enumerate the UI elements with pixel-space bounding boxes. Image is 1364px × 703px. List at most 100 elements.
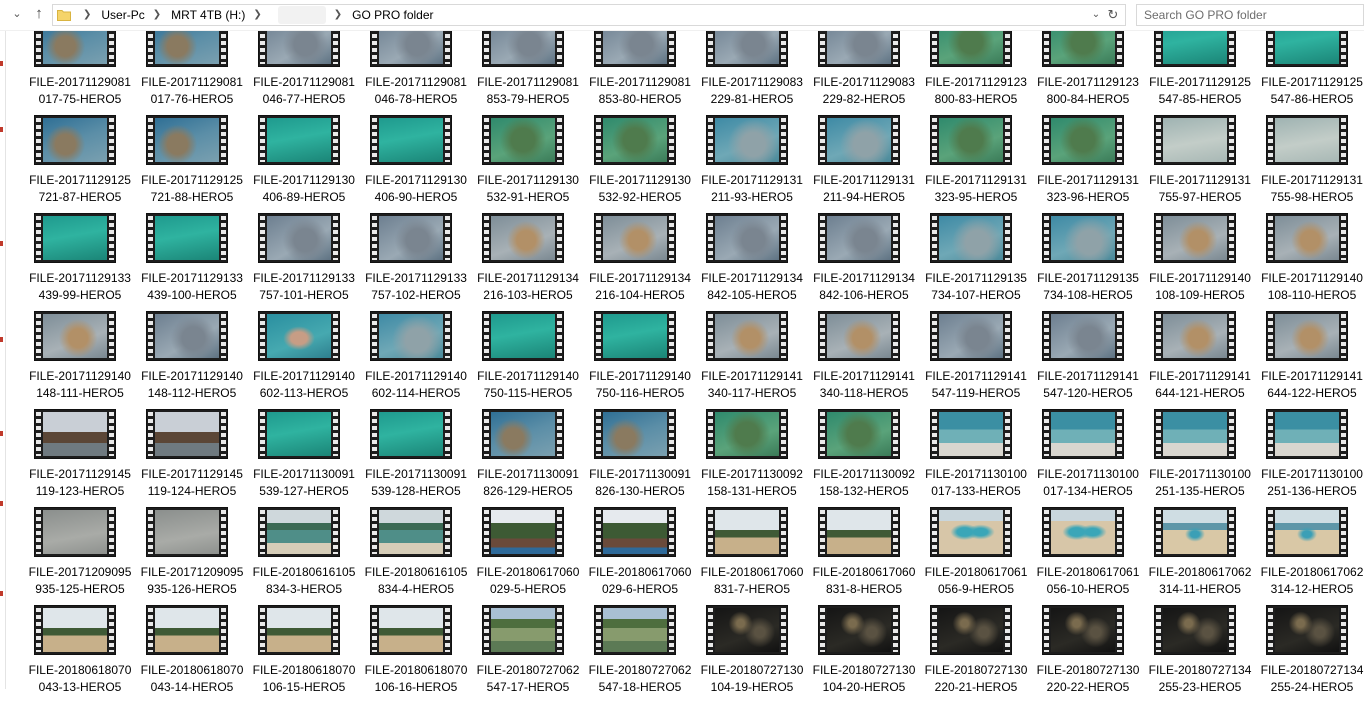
file-item[interactable]: FILE-20171129081 853-80-HERO5 [584, 17, 696, 115]
file-item[interactable]: FILE-20180617060 029-6-HERO5 [584, 507, 696, 605]
file-item[interactable]: FILE-20171129125 547-86-HERO5 [1256, 17, 1364, 115]
file-item[interactable]: FILE-20180617061 056-10-HERO5 [1032, 507, 1144, 605]
file-item[interactable]: FILE-20180618070 106-15-HERO5 [248, 605, 360, 703]
file-item[interactable]: FILE-20171129133 757-101-HERO5 [248, 213, 360, 311]
file-item[interactable]: FILE-20180727130 220-21-HERO5 [920, 605, 1032, 703]
file-item[interactable]: FILE-20171129133 439-100-HERO5 [136, 213, 248, 311]
file-item[interactable]: FILE-20171129125 547-85-HERO5 [1144, 17, 1256, 115]
chevron-right-icon[interactable]: ❯ [153, 5, 161, 25]
file-item[interactable]: FILE-20180727134 255-23-HERO5 [1144, 605, 1256, 703]
file-item[interactable]: FILE-20171130091 826-130-HERO5 [584, 409, 696, 507]
file-item[interactable]: FILE-20171129133 439-99-HERO5 [24, 213, 136, 311]
address-dropdown-icon[interactable]: ⌄ [1089, 5, 1103, 25]
file-item[interactable]: FILE-20171129083 229-81-HERO5 [696, 17, 808, 115]
file-item[interactable]: FILE-20171129081 017-76-HERO5 [136, 17, 248, 115]
file-item[interactable]: FILE-20171209095 935-126-HERO5 [136, 507, 248, 605]
file-item[interactable]: FILE-20171129141 340-118-HERO5 [808, 311, 920, 409]
file-item[interactable]: FILE-20180727134 255-24-HERO5 [1256, 605, 1364, 703]
file-item[interactable]: FILE-20180618070 043-13-HERO5 [24, 605, 136, 703]
file-item[interactable]: FILE-20180727130 104-20-HERO5 [808, 605, 920, 703]
file-item[interactable]: FILE-20171129141 547-120-HERO5 [1032, 311, 1144, 409]
file-item[interactable]: FILE-20171129123 800-84-HERO5 [1032, 17, 1144, 115]
video-thumbnail-icon [370, 311, 452, 361]
file-item[interactable]: FILE-20171129130 406-89-HERO5 [248, 115, 360, 213]
file-item[interactable]: FILE-20171130091 826-129-HERO5 [472, 409, 584, 507]
file-item[interactable]: FILE-20171129140 750-115-HERO5 [472, 311, 584, 409]
file-item[interactable]: FILE-20171129140 750-116-HERO5 [584, 311, 696, 409]
file-item[interactable]: FILE-20171209095 935-125-HERO5 [24, 507, 136, 605]
file-item[interactable]: FILE-20171129134 842-106-HERO5 [808, 213, 920, 311]
file-item[interactable]: FILE-20171130092 158-131-HERO5 [696, 409, 808, 507]
file-item[interactable]: FILE-20171130100 251-136-HERO5 [1256, 409, 1364, 507]
file-item[interactable]: FILE-20171129130 532-91-HERO5 [472, 115, 584, 213]
file-item[interactable]: FILE-20171129130 532-92-HERO5 [584, 115, 696, 213]
file-item[interactable]: FILE-20180618070 106-16-HERO5 [360, 605, 472, 703]
file-item[interactable]: FILE-20171129130 406-90-HERO5 [360, 115, 472, 213]
file-item[interactable]: FILE-20180727130 104-19-HERO5 [696, 605, 808, 703]
file-item[interactable]: FILE-20180618070 043-14-HERO5 [136, 605, 248, 703]
file-item[interactable]: FILE-20171129140 602-113-HERO5 [248, 311, 360, 409]
up-arrow-icon[interactable]: ↑ [30, 5, 48, 23]
file-item[interactable]: FILE-20171129145 119-123-HERO5 [24, 409, 136, 507]
file-item[interactable]: FILE-20180617061 056-9-HERO5 [920, 507, 1032, 605]
file-item[interactable]: FILE-20171129131 211-93-HERO5 [696, 115, 808, 213]
address-bar[interactable]: ❯ User-Pc ❯ MRT 4TB (H:) ❯ ❯ GO PRO fold… [52, 4, 1126, 26]
video-thumbnail-icon [930, 213, 1012, 263]
file-item[interactable]: FILE-20171130100 017-133-HERO5 [920, 409, 1032, 507]
file-item[interactable]: FILE-20171129135 734-108-HERO5 [1032, 213, 1144, 311]
file-item[interactable]: FILE-20171129134 216-103-HERO5 [472, 213, 584, 311]
file-item[interactable]: FILE-20180617062 314-12-HERO5 [1256, 507, 1364, 605]
refresh-icon[interactable]: ↻ [1105, 5, 1121, 25]
file-item[interactable]: FILE-20171129125 721-88-HERO5 [136, 115, 248, 213]
file-item[interactable]: FILE-20180727130 220-22-HERO5 [1032, 605, 1144, 703]
chevron-right-icon[interactable]: ❯ [253, 5, 261, 25]
file-item[interactable]: FILE-20180617060 029-5-HERO5 [472, 507, 584, 605]
file-item[interactable]: FILE-20171129133 757-102-HERO5 [360, 213, 472, 311]
file-item[interactable]: FILE-20171130100 017-134-HERO5 [1032, 409, 1144, 507]
file-item[interactable]: FILE-20171129141 644-122-HERO5 [1256, 311, 1364, 409]
file-item[interactable]: FILE-20171129081 017-75-HERO5 [24, 17, 136, 115]
file-item[interactable]: FILE-20180617060 831-7-HERO5 [696, 507, 808, 605]
file-item[interactable]: FILE-20171129083 229-82-HERO5 [808, 17, 920, 115]
recent-locations-chevron-icon[interactable]: ⌄ [10, 6, 24, 22]
file-item[interactable]: FILE-20171129141 644-121-HERO5 [1144, 311, 1256, 409]
file-item[interactable]: FILE-20171130100 251-135-HERO5 [1144, 409, 1256, 507]
breadcrumb-current-folder[interactable]: GO PRO folder [352, 5, 433, 25]
file-item[interactable]: FILE-20171129140 602-114-HERO5 [360, 311, 472, 409]
chevron-right-icon[interactable]: ❯ [334, 5, 342, 25]
file-item[interactable]: FILE-20171129125 721-87-HERO5 [24, 115, 136, 213]
file-item[interactable]: FILE-20171129140 148-112-HERO5 [136, 311, 248, 409]
file-item[interactable]: FILE-20180617062 314-11-HERO5 [1144, 507, 1256, 605]
file-item[interactable]: FILE-20171129131 755-98-HERO5 [1256, 115, 1364, 213]
video-thumbnail-icon [818, 409, 900, 459]
file-item[interactable]: FILE-20180616105 834-3-HERO5 [248, 507, 360, 605]
breadcrumb-user-pc[interactable]: User-Pc [101, 5, 144, 25]
search-input[interactable]: Search GO PRO folder [1136, 4, 1364, 26]
file-item[interactable]: FILE-20180617060 831-8-HERO5 [808, 507, 920, 605]
file-item[interactable]: FILE-20171129081 046-77-HERO5 [248, 17, 360, 115]
file-item[interactable]: FILE-20171129140 108-110-HERO5 [1256, 213, 1364, 311]
file-item[interactable]: FILE-20171129123 800-83-HERO5 [920, 17, 1032, 115]
file-item[interactable]: FILE-20171129081 853-79-HERO5 [472, 17, 584, 115]
file-item[interactable]: FILE-20171129141 340-117-HERO5 [696, 311, 808, 409]
file-item[interactable]: FILE-20180727062 547-18-HERO5 [584, 605, 696, 703]
breadcrumb-drive[interactable]: MRT 4TB (H:) [171, 5, 245, 25]
file-item[interactable]: FILE-20171129140 108-109-HERO5 [1144, 213, 1256, 311]
file-item[interactable]: FILE-20171129135 734-107-HERO5 [920, 213, 1032, 311]
file-item[interactable]: FILE-20171129131 323-96-HERO5 [1032, 115, 1144, 213]
file-item[interactable]: FILE-20171129131 211-94-HERO5 [808, 115, 920, 213]
file-item[interactable]: FILE-20171129145 119-124-HERO5 [136, 409, 248, 507]
file-item[interactable]: FILE-20171130092 158-132-HERO5 [808, 409, 920, 507]
file-item[interactable]: FILE-20180616105 834-4-HERO5 [360, 507, 472, 605]
video-thumbnail-icon [258, 507, 340, 557]
file-item[interactable]: FILE-20171129134 216-104-HERO5 [584, 213, 696, 311]
file-item[interactable]: FILE-20171129131 323-95-HERO5 [920, 115, 1032, 213]
file-item[interactable]: FILE-20171129081 046-78-HERO5 [360, 17, 472, 115]
file-item[interactable]: FILE-20171129141 547-119-HERO5 [920, 311, 1032, 409]
file-item[interactable]: FILE-20171130091 539-128-HERO5 [360, 409, 472, 507]
file-item[interactable]: FILE-20171129140 148-111-HERO5 [24, 311, 136, 409]
file-item[interactable]: FILE-20180727062 547-17-HERO5 [472, 605, 584, 703]
file-item[interactable]: FILE-20171129131 755-97-HERO5 [1144, 115, 1256, 213]
file-item[interactable]: FILE-20171129134 842-105-HERO5 [696, 213, 808, 311]
file-item[interactable]: FILE-20171130091 539-127-HERO5 [248, 409, 360, 507]
